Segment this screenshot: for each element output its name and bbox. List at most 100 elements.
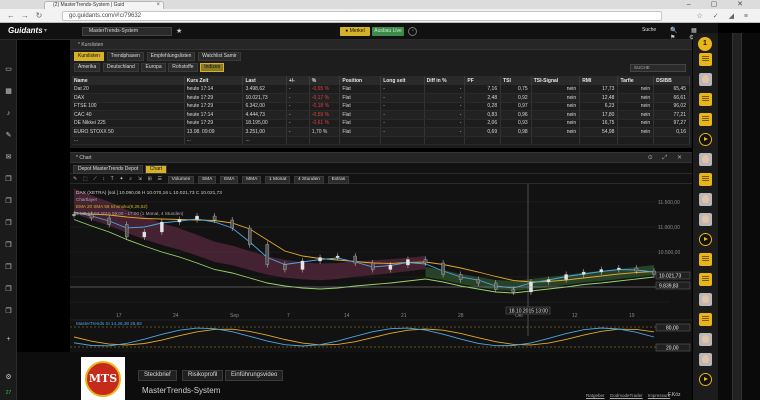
- back-arrow-icon[interactable]: ←: [6, 11, 16, 21]
- tab-empfehlungslisten[interactable]: Empfehlungslisten: [146, 52, 196, 61]
- note-icon[interactable]: [699, 113, 712, 126]
- avatar[interactable]: [699, 193, 712, 206]
- gear-icon[interactable]: ⚙: [3, 372, 14, 383]
- column-header[interactable]: PF: [464, 76, 502, 85]
- tab-rohstoffe[interactable]: Rohstoffe: [168, 63, 198, 72]
- avatar[interactable]: [699, 213, 712, 226]
- tab-kurslisten[interactable]: Kurslisten: [74, 52, 104, 61]
- note-icon[interactable]: [699, 53, 712, 66]
- period-select[interactable]: 1 Monat: [265, 176, 291, 184]
- column-header[interactable]: TSI: [500, 76, 532, 85]
- column-header[interactable]: %: [309, 76, 341, 85]
- bell-icon[interactable]: ♪: [3, 108, 14, 119]
- avatar[interactable]: [699, 153, 712, 166]
- tab-deutschland[interactable]: Deutschland: [103, 63, 139, 72]
- tab-close-icon[interactable]: ×: [156, 2, 160, 9]
- tab-trendphasen[interactable]: Trendphasen: [106, 52, 144, 61]
- expand-icon[interactable]: ⇲: [138, 175, 142, 183]
- rectangle-icon[interactable]: ⬚: [83, 175, 88, 183]
- user-label[interactable]: F.Köz: [668, 392, 681, 398]
- price-chart[interactable]: 11.500,0011.000,0010.500,0010.000,00 172…: [70, 184, 692, 353]
- avatar[interactable]: [699, 333, 712, 346]
- ema-button[interactable]: EMA: [220, 176, 239, 184]
- add-icon[interactable]: +: [3, 334, 14, 345]
- window-controls[interactable]: – ▢ ✕: [687, 0, 752, 9]
- table-row[interactable]: CAC 40 heute 17:14 4.444,73- -0,59 % Flat - -0…: [72, 110, 690, 120]
- table-row[interactable]: .........: [72, 136, 690, 145]
- notification-badge[interactable]: 1: [698, 37, 712, 51]
- filter-input[interactable]: SUCHE: [630, 64, 686, 72]
- volumen-button[interactable]: Volumen: [167, 176, 195, 184]
- link-ratgeber[interactable]: Ratgeber: [586, 393, 605, 398]
- speedometer-icon[interactable]: ◔: [408, 27, 417, 36]
- zoom-icon[interactable]: ⌕: [129, 175, 132, 183]
- column-header[interactable]: Diff in %: [424, 76, 466, 85]
- merkel-button[interactable]: ● Merkel: [340, 27, 370, 36]
- avatar[interactable]: [699, 353, 712, 366]
- page-scrollbar[interactable]: [718, 33, 760, 400]
- table-row[interactable]: FTSE 100 heute 17:29 6.342,00- -0,18 % Flat -…: [72, 102, 690, 111]
- note-icon[interactable]: [699, 273, 712, 286]
- layout-icon[interactable]: ⊞: [148, 175, 152, 183]
- note-icon[interactable]: [699, 253, 712, 266]
- tab-depot[interactable]: Depot MasterTrends Depot: [73, 165, 144, 174]
- trendline-icon[interactable]: ⟋: [93, 175, 97, 183]
- vertical-line-icon[interactable]: ↕: [102, 175, 105, 183]
- link-impressum[interactable]: Impressum: [648, 393, 670, 398]
- grid-icon[interactable]: ▦: [3, 86, 14, 97]
- column-header[interactable]: Name: [72, 76, 185, 85]
- avatar[interactable]: [699, 293, 712, 306]
- list-icon[interactable]: ☰: [157, 175, 161, 183]
- bookmark-icon[interactable]: ❒: [3, 262, 14, 273]
- column-header[interactable]: DSIBB: [653, 76, 690, 85]
- column-header[interactable]: Long seit: [380, 76, 425, 85]
- interval-select[interactable]: 4 Stunden: [294, 176, 324, 184]
- browser-tab[interactable]: (2) MasterTrends-System | Guid ×: [44, 1, 164, 9]
- monitor-icon[interactable]: ▭: [3, 64, 14, 75]
- play-icon[interactable]: [699, 233, 712, 246]
- bookmark-icon[interactable]: ❒: [3, 174, 14, 185]
- column-header[interactable]: +/-: [286, 76, 310, 85]
- column-header[interactable]: Last: [242, 76, 287, 85]
- forward-arrow-icon[interactable]: →: [20, 11, 30, 21]
- tab-risikoprofil[interactable]: Risikoprofil: [182, 370, 224, 381]
- wrench-icon[interactable]: ✎: [3, 130, 14, 141]
- extension-icons[interactable]: ☆ ✓ ◢ ≡: [697, 12, 752, 20]
- url-field[interactable]: go.guidants.com/#!c/79632: [62, 11, 662, 21]
- tab-indizes[interactable]: Indizes: [200, 63, 225, 72]
- text-icon[interactable]: T: [111, 175, 114, 183]
- tab-chart[interactable]: Chart: [144, 165, 168, 174]
- tab-watchlist[interactable]: Watchlist Samir: [198, 52, 241, 61]
- sma-button[interactable]: SMA: [197, 176, 217, 184]
- note-icon[interactable]: [699, 173, 712, 186]
- guidants-logo[interactable]: Guidants: [8, 26, 43, 35]
- bookmark-icon[interactable]: ❒: [3, 284, 14, 295]
- tab-einfuehrungsvideo[interactable]: Einführungsvideo: [225, 370, 284, 381]
- scroll-thumb[interactable]: [732, 33, 742, 400]
- column-header[interactable]: TSI-Signal: [531, 76, 581, 85]
- table-row[interactable]: Dat 20 heute 17:14 3.498,62- -0,65 % Flat - -7…: [72, 85, 690, 94]
- chevron-down-icon[interactable]: ▾: [44, 27, 47, 34]
- table-row[interactable]: EURO STOXX 50 13.08. 09:09 3.251,00-1,70 %…: [72, 127, 690, 137]
- play-icon[interactable]: [699, 373, 712, 386]
- bookmark-icon[interactable]: ❒: [3, 196, 14, 207]
- tab-europa[interactable]: Europa: [141, 63, 166, 72]
- message-icon[interactable]: ✉: [3, 152, 14, 163]
- table-row[interactable]: DE Nikkei 225 heute 17:29 18.195,00- -0,61 …: [72, 119, 690, 128]
- marker-icon[interactable]: ✦: [119, 175, 123, 183]
- system-selector[interactable]: MasterTrends-System: [82, 27, 172, 36]
- extras-button[interactable]: Extras: [327, 176, 350, 184]
- live-button[interactable]: Ausbau Live: [372, 27, 404, 36]
- play-icon[interactable]: [699, 133, 712, 146]
- bookmark-icon[interactable]: ❒: [3, 218, 14, 229]
- column-header[interactable]: RMI: [579, 76, 619, 85]
- search-label[interactable]: Suche: [642, 27, 656, 33]
- bookmark-icon[interactable]: ❒: [3, 306, 14, 317]
- note-icon[interactable]: [699, 313, 712, 326]
- reload-icon[interactable]: ↻: [34, 11, 44, 21]
- column-header[interactable]: Kurs Zeit: [184, 76, 244, 85]
- table-row[interactable]: DAX heute 17:29 10.021,73- -0,17 % Flat - -2,4…: [72, 93, 690, 103]
- mma-button[interactable]: MMA: [242, 176, 262, 184]
- link-godmodetrader[interactable]: GodmodeTrader: [610, 393, 643, 398]
- column-header[interactable]: Tarfie: [617, 76, 655, 85]
